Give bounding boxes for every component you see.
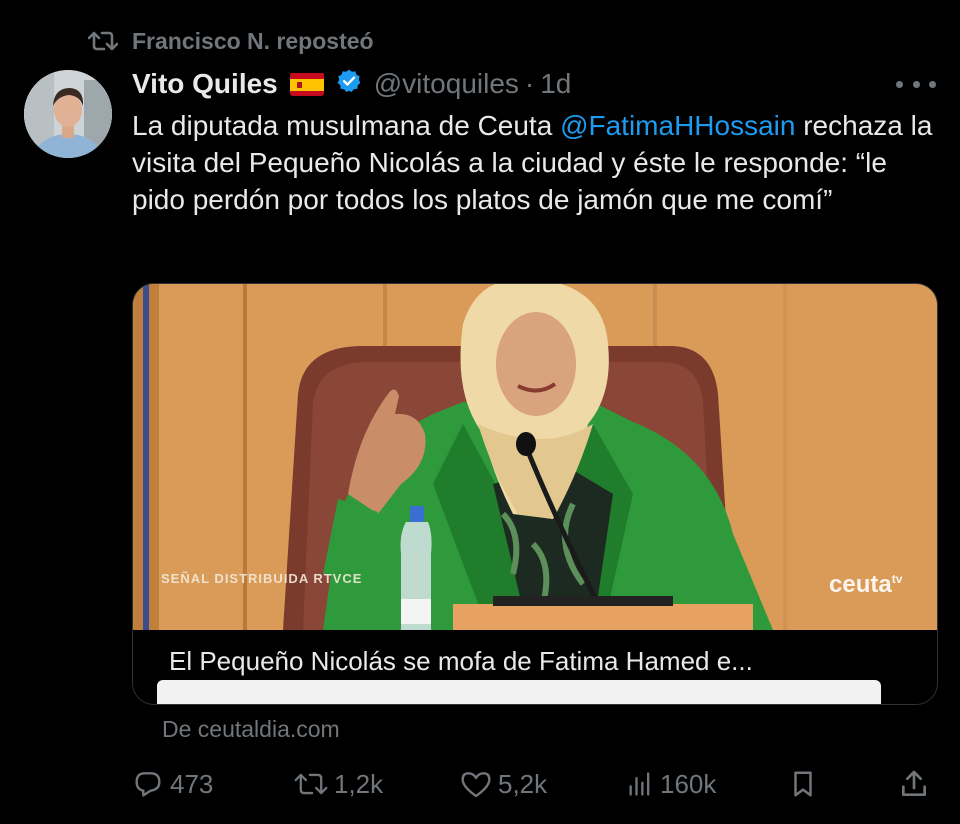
repost-button[interactable]: 1,2k <box>294 760 383 808</box>
video-watermark-right: ceutatv <box>829 571 902 599</box>
bookmark-icon <box>788 768 818 800</box>
share-button[interactable] <box>898 760 930 808</box>
views-count: 160k <box>660 768 717 799</box>
user-handle[interactable]: @vitoquiles <box>374 68 519 100</box>
action-bar: 473 1,2k 5,2k 160k <box>132 760 936 808</box>
card-title[interactable]: El Pequeño Nicolás se mofa de Fatima Ham… <box>169 646 753 677</box>
card-source[interactable]: De ceutaldia.com <box>162 716 340 743</box>
share-icon <box>898 768 930 800</box>
header-separator: · <box>524 68 535 99</box>
tweet-text-part-1: La diputada musulmana de Ceuta <box>132 110 561 141</box>
like-button[interactable]: 5,2k <box>460 760 547 808</box>
mention-link[interactable]: @FatimaHHossain <box>560 110 795 141</box>
reply-icon <box>132 768 164 800</box>
link-card[interactable]: SEÑAL DISTRIBUIDA RTVCE ceutatv El Peque… <box>132 283 938 705</box>
channel-logo-sup: tv <box>891 572 903 586</box>
spain-flag-icon <box>289 72 324 96</box>
tweet-page: Francisco N. reposteó Vito Quiles @vitoq… <box>0 0 960 824</box>
more-options-icon[interactable] <box>896 72 936 96</box>
reply-button[interactable]: 473 <box>132 760 213 808</box>
display-name[interactable]: Vito Quiles <box>132 68 278 100</box>
card-peek-strip <box>157 680 881 704</box>
views-button[interactable]: 160k <box>626 760 716 808</box>
like-count: 5,2k <box>498 768 548 799</box>
repost-indicator-icon <box>88 29 118 53</box>
repost-count: 1,2k <box>334 768 384 799</box>
verified-badge-icon[interactable] <box>336 68 362 101</box>
avatar[interactable] <box>24 70 112 158</box>
bookmark-button[interactable] <box>788 760 818 808</box>
tweet-text: La diputada musulmana de Ceuta @FatimaHH… <box>132 107 942 218</box>
repost-indicator-label: Francisco N. reposteó <box>132 27 374 54</box>
heart-icon <box>460 769 492 799</box>
views-chart-icon <box>626 770 654 798</box>
repost-icon <box>294 769 328 799</box>
video-thumbnail[interactable]: SEÑAL DISTRIBUIDA RTVCE ceutatv <box>133 284 937 630</box>
channel-logo-text: ceuta <box>829 571 892 598</box>
reply-count: 473 <box>170 768 214 799</box>
tweet-timestamp[interactable]: 1d <box>540 68 571 100</box>
repost-indicator[interactable]: Francisco N. reposteó <box>88 26 374 56</box>
tweet-header: Vito Quiles @vitoquiles · 1d <box>132 64 571 104</box>
video-watermark-left: SEÑAL DISTRIBUIDA RTVCE <box>161 571 363 586</box>
